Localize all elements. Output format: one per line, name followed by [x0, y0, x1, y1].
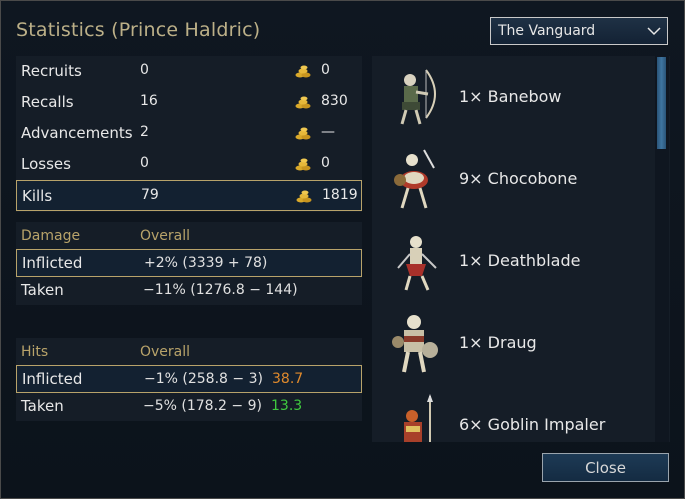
hits-inflicted-expected: 38.7	[272, 371, 304, 387]
stats-gold: 1819	[322, 187, 358, 203]
damage-inflicted-row: Inflicted +2% (3339 + 78)	[16, 249, 362, 277]
damage-taken-row: Taken −11% (1276.8 − 144)	[16, 277, 362, 305]
stats-gold: —	[321, 124, 335, 140]
damage-taken-value: −11% (1276.8 − 144)	[143, 282, 298, 298]
gold-icon	[296, 190, 312, 203]
damage-inflicted-label: Inflicted	[22, 254, 83, 272]
list-item: 1× Banebow	[372, 56, 662, 138]
close-button[interactable]: Close	[542, 453, 669, 482]
dialog-title: Statistics (Prince Haldric)	[16, 19, 261, 41]
stats-value: 0	[140, 62, 149, 78]
stats-table: Recruits 0 0 Recalls 16 830 Advancements…	[16, 56, 362, 212]
list-item: 9× Chocobone	[372, 138, 662, 220]
damage-header: Damage	[21, 228, 81, 244]
statistics-dialog: Statistics (Prince Haldric) The Vanguard…	[0, 0, 685, 499]
stats-row-recruits: Recruits 0 0	[16, 56, 362, 87]
stats-row-advancements: Advancements 2 —	[16, 118, 362, 149]
list-item: 6× Goblin Impaler	[372, 384, 662, 442]
hits-overall-header: Overall	[140, 344, 191, 360]
stats-row-losses: Losses 0 0	[16, 149, 362, 180]
stats-gold: 830	[321, 93, 348, 109]
gold-icon	[295, 158, 311, 171]
gold-icon	[295, 96, 311, 109]
stats-value: 16	[140, 93, 158, 109]
stats-label: Losses	[21, 155, 71, 173]
chevron-down-icon	[647, 27, 661, 36]
unit-label: 1× Draug	[459, 333, 537, 352]
stats-label: Recruits	[21, 62, 82, 80]
faction-dropdown[interactable]: The Vanguard	[490, 17, 668, 45]
faction-dropdown-value: The Vanguard	[498, 23, 596, 39]
damage-overall-header: Overall	[140, 228, 191, 244]
hits-inflicted-label: Inflicted	[22, 370, 83, 388]
hits-section: Hits Overall Inflicted −1% (258.8 − 3) 3…	[16, 338, 362, 421]
stats-value: 0	[140, 155, 149, 171]
unit-label: 1× Deathblade	[459, 251, 581, 270]
hits-taken-row: Taken −5% (178.2 − 9) 13.3	[16, 393, 362, 421]
gold-icon	[295, 65, 311, 78]
stats-label: Kills	[22, 187, 53, 205]
chocobone-icon	[394, 149, 435, 209]
damage-taken-label: Taken	[21, 281, 64, 299]
scrollbar-thumb[interactable]	[657, 57, 666, 149]
list-item: 1× Deathblade	[372, 220, 662, 302]
hits-taken-label: Taken	[21, 397, 64, 415]
deathblade-icon	[397, 236, 437, 291]
hits-inflicted-value: −1% (258.8 − 3)	[144, 371, 263, 387]
stats-label: Advancements	[21, 124, 133, 142]
stats-value: 79	[141, 187, 159, 203]
stats-value: 2	[140, 124, 149, 140]
stats-row-recalls: Recalls 16 830	[16, 87, 362, 118]
unit-list[interactable]: 1× Banebow 9× Chocobone 1× Deathblade 1×…	[372, 56, 670, 442]
unit-label: 1× Banebow	[459, 87, 562, 106]
list-item: 1× Draug	[372, 302, 662, 384]
draug-icon	[392, 315, 438, 373]
damage-inflicted-value: +2% (3339 + 78)	[144, 255, 268, 271]
hits-inflicted-row: Inflicted −1% (258.8 − 3) 38.7	[16, 365, 362, 393]
stats-row-kills: Kills 79 1819	[16, 180, 362, 211]
unit-label: 6× Goblin Impaler	[459, 415, 606, 434]
goblin-impaler-icon	[404, 394, 433, 442]
banebow-icon	[400, 69, 436, 125]
gold-icon	[295, 127, 311, 140]
hits-taken-expected: 13.3	[271, 398, 303, 414]
unit-label: 9× Chocobone	[459, 169, 578, 188]
stats-gold: 0	[321, 155, 330, 171]
damage-section: Damage Overall Inflicted +2% (3339 + 78)…	[16, 222, 362, 305]
hits-header: Hits	[21, 344, 49, 360]
stats-gold: 0	[321, 62, 330, 78]
stats-label: Recalls	[21, 93, 74, 111]
hits-taken-value: −5% (178.2 − 9)	[143, 398, 262, 414]
